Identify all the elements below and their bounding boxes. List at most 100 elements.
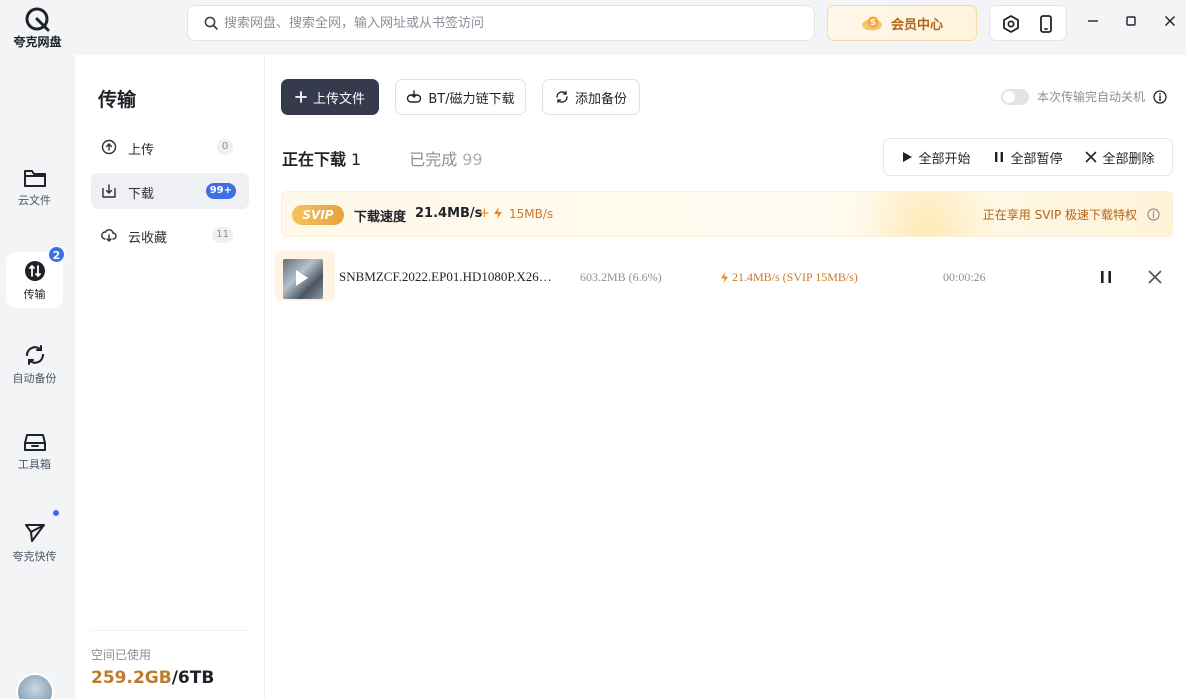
lightning-icon bbox=[494, 207, 502, 219]
cloud-download-icon bbox=[101, 229, 117, 242]
file-name: SNBMZCF.2022.EP01.HD1080P.X264.AAC.Manda… bbox=[339, 269, 554, 284]
download-tray-icon bbox=[102, 184, 116, 198]
main-content: 上传文件 BT/磁力链下载 添加备份 本次传输完自动关机 正在下载 1 已完成 … bbox=[265, 55, 1186, 699]
info-icon bbox=[1147, 208, 1160, 221]
svip-speed-banner: SVIP 下载速度 21.4MB/s + 15MB/s 正在享用 SVIP 极速… bbox=[281, 191, 1173, 237]
tab-downloading-label: 正在下载 bbox=[282, 150, 347, 169]
search-bar[interactable] bbox=[187, 5, 815, 41]
video-play-icon bbox=[296, 270, 308, 286]
nav-count-download: 99+ bbox=[205, 183, 236, 199]
close-icon[interactable] bbox=[1146, 268, 1164, 286]
rail-label-toolbox: 工具箱 bbox=[18, 458, 51, 471]
rail-label-cloud-files: 云文件 bbox=[18, 194, 51, 207]
close-window-icon[interactable] bbox=[1162, 13, 1178, 29]
pause-all-button[interactable]: 全部暂停 bbox=[993, 148, 1063, 167]
tab-completed-label: 已完成 bbox=[409, 150, 458, 169]
delete-all-button[interactable]: 全部删除 bbox=[1085, 148, 1155, 167]
upload-icon bbox=[101, 139, 117, 155]
svip-extra-speed: 15MB/s bbox=[509, 207, 554, 221]
transfer-icon bbox=[24, 261, 45, 281]
play-icon bbox=[903, 152, 913, 162]
rail-label-auto-backup: 自动备份 bbox=[12, 372, 57, 385]
info-icon[interactable] bbox=[1153, 89, 1167, 104]
rail-label-quark-send: 夸克快传 bbox=[12, 550, 57, 563]
left-rail: 夸克网盘 云文件 传输 2 自动备份 工具箱 夸克快传 bbox=[0, 0, 75, 699]
refresh-icon bbox=[556, 90, 568, 104]
mobile-phone-icon[interactable] bbox=[1036, 14, 1056, 34]
search-input[interactable] bbox=[224, 13, 784, 33]
add-backup-button[interactable]: 添加备份 bbox=[542, 79, 640, 115]
toolbox-icon bbox=[23, 434, 46, 451]
storage-total: 6TB bbox=[177, 668, 215, 688]
app-logo[interactable]: 夸克网盘 bbox=[0, 6, 75, 50]
storage-label: 空间已使用 bbox=[91, 648, 152, 662]
quark-logo-icon bbox=[25, 7, 49, 32]
nav-item-upload[interactable]: 上传 0 bbox=[91, 129, 249, 165]
app-name: 夸克网盘 bbox=[13, 35, 62, 49]
delete-all-label: 全部删除 bbox=[1102, 151, 1155, 167]
svip-privilege[interactable]: 正在享用 SVIP 极速下载特权 bbox=[983, 206, 1160, 223]
nav-count-upload: 0 bbox=[217, 139, 233, 155]
storage-usage[interactable]: 空间已使用 259.2GB/6TB bbox=[91, 630, 249, 688]
upload-file-label: 上传文件 bbox=[312, 91, 365, 107]
close-icon bbox=[1086, 151, 1097, 163]
rail-label-transfer: 传输 bbox=[23, 288, 46, 301]
start-all-label: 全部开始 bbox=[918, 151, 971, 167]
nav-label-download: 下载 bbox=[128, 187, 155, 202]
avatar[interactable] bbox=[16, 673, 54, 699]
pause-icon[interactable] bbox=[1097, 268, 1115, 286]
magnet-link-icon bbox=[407, 90, 422, 103]
folder-icon bbox=[23, 170, 46, 187]
download-speed-value: 21.4MB/s bbox=[415, 206, 483, 221]
panel-title: 传输 bbox=[98, 89, 137, 111]
storage-used: 259.2GB bbox=[91, 668, 172, 688]
add-backup-label: 添加备份 bbox=[574, 91, 627, 107]
maximize-icon[interactable] bbox=[1123, 13, 1139, 29]
tab-completed-count: 99 bbox=[462, 150, 483, 169]
rail-item-cloud-files[interactable]: 云文件 bbox=[6, 160, 63, 216]
pause-icon bbox=[995, 152, 1004, 162]
speed-plus-sign: + bbox=[479, 206, 490, 221]
rail-item-transfer[interactable]: 传输 2 bbox=[6, 246, 65, 308]
lightning-icon bbox=[720, 272, 729, 283]
send-icon bbox=[24, 524, 45, 542]
vip-center-label: 会员中心 bbox=[890, 17, 943, 33]
vip-coin-icon: S bbox=[861, 16, 882, 31]
video-thumbnail bbox=[275, 251, 335, 301]
nav-item-download[interactable]: 下载 99+ bbox=[91, 173, 249, 209]
transfer-panel: 传输 上传 0 下载 99+ 云收藏 11 空间已使用 259.2GB/6TB bbox=[75, 55, 265, 699]
svip-badge: SVIP bbox=[292, 205, 344, 225]
file-speed-text: 21.4MB/s (SVIP 15MB/s) bbox=[732, 270, 858, 284]
nav-item-cloud-collect[interactable]: 云收藏 11 bbox=[91, 217, 249, 253]
file-progress-size: 603.2MB (6.6%) bbox=[580, 270, 662, 284]
file-speed: 21.4MB/s (SVIP 15MB/s) bbox=[720, 270, 858, 285]
svip-privilege-text: 正在享用 SVIP 极速下载特权 bbox=[982, 208, 1137, 222]
download-row[interactable]: SNBMZCF.2022.EP01.HD1080P.X264.AAC.Manda… bbox=[275, 251, 1173, 301]
start-all-button[interactable]: 全部开始 bbox=[901, 148, 971, 167]
transfer-count-badge: 2 bbox=[48, 246, 65, 263]
sync-icon bbox=[25, 345, 44, 365]
rail-item-toolbox[interactable]: 工具箱 bbox=[6, 424, 63, 480]
minimize-icon[interactable] bbox=[1085, 13, 1101, 29]
tab-completed[interactable]: 已完成 99 bbox=[409, 146, 482, 170]
plus-icon bbox=[295, 91, 307, 103]
tab-downloading[interactable]: 正在下载 1 bbox=[282, 146, 361, 170]
banner-decoration bbox=[852, 192, 1002, 236]
download-speed-label: 下载速度 bbox=[354, 210, 407, 225]
settings-hexagon-icon[interactable] bbox=[1001, 14, 1021, 34]
rail-item-quark-send[interactable]: 夸克快传 bbox=[6, 510, 63, 570]
upload-file-button[interactable]: 上传文件 bbox=[281, 79, 379, 115]
bt-magnet-download-button[interactable]: BT/磁力链下载 bbox=[395, 79, 526, 115]
header-tools bbox=[989, 5, 1067, 41]
pause-all-label: 全部暂停 bbox=[1010, 151, 1063, 167]
rail-item-auto-backup[interactable]: 自动备份 bbox=[6, 336, 63, 392]
vip-center-button[interactable]: S 会员中心 bbox=[827, 5, 977, 41]
auto-shutdown-toggle[interactable] bbox=[1000, 88, 1029, 105]
auto-shutdown-label: 本次传输完自动关机 bbox=[1036, 90, 1145, 104]
bulk-actions: 全部开始 全部暂停 全部删除 bbox=[883, 138, 1173, 176]
nav-count-cloud-collect: 11 bbox=[212, 227, 233, 243]
search-icon bbox=[204, 16, 218, 30]
download-tabs: 正在下载 1 已完成 99 bbox=[282, 146, 483, 170]
time-remaining: 00:00:26 bbox=[943, 270, 986, 284]
nav-label-upload: 上传 bbox=[128, 143, 155, 158]
